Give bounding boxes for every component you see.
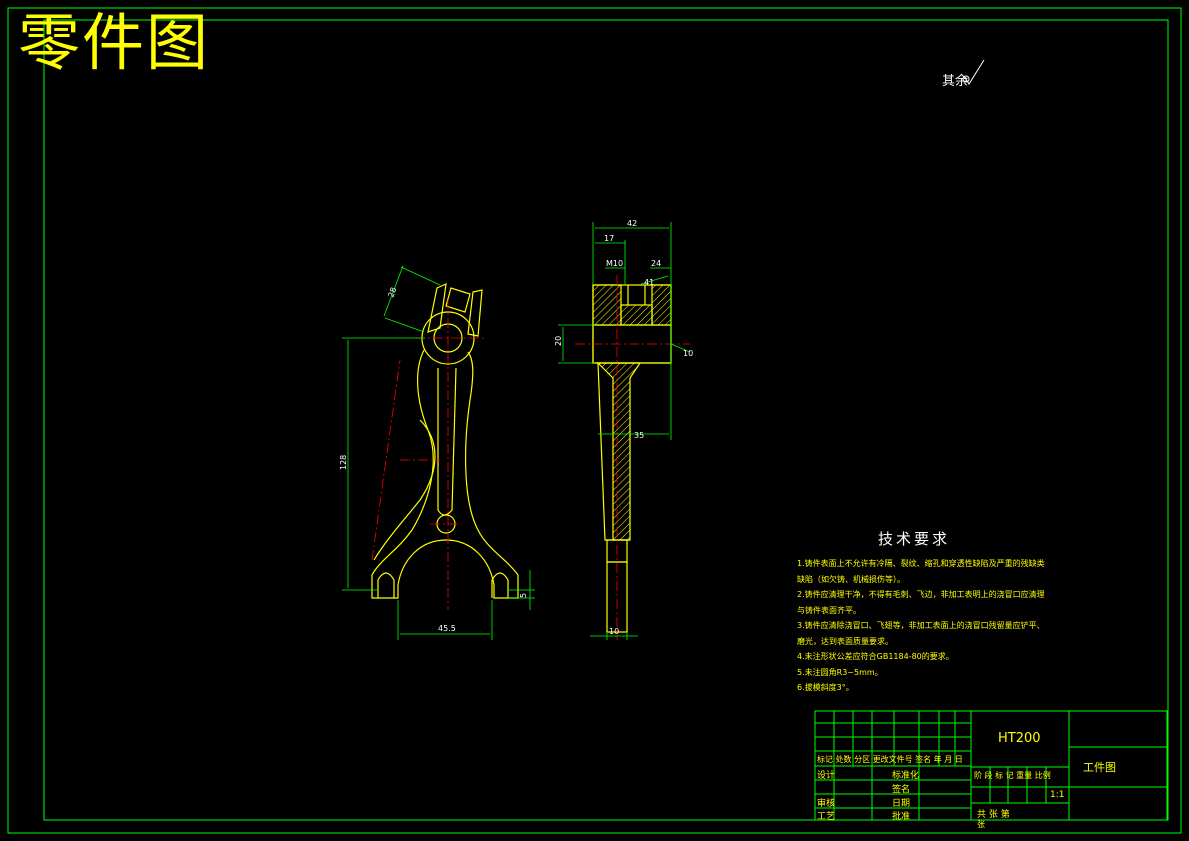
dim-17-label: 17 bbox=[604, 234, 614, 243]
requirement-line: 4.未注形状公差应符合GB1184-80的要求。 bbox=[797, 652, 954, 661]
requirements-title: 技术要求 bbox=[878, 530, 951, 548]
stage-header: 阶 段 标 记 重量 比例 bbox=[974, 771, 1051, 780]
front-centerlines bbox=[371, 300, 485, 610]
dim-hole-label: 20 bbox=[554, 336, 563, 346]
standardize-label: 标准化 bbox=[892, 771, 920, 781]
requirement-line: 与铸件表面齐平。 bbox=[797, 605, 861, 615]
dim-top-label: 24 bbox=[651, 259, 661, 268]
dim-width-label: 45.5 bbox=[438, 624, 456, 633]
scale-value: 1:1 bbox=[1050, 790, 1065, 800]
dim-slot-label: 5 bbox=[519, 593, 528, 598]
change-header: 标记 处数 分区 更改文件号 签名 年 月 日 bbox=[817, 755, 963, 764]
dim-overall-label: 42 bbox=[627, 219, 637, 228]
dim-head-label: 28 bbox=[386, 286, 398, 299]
requirement-line: 6.拔模斜度3°。 bbox=[797, 683, 854, 692]
dim-41-label: 41 bbox=[644, 278, 654, 287]
dim-thread-label: M10 bbox=[606, 259, 623, 268]
dim-bottom-label: 10 bbox=[609, 627, 619, 636]
signature-label: 签名 bbox=[892, 785, 911, 795]
check-label: 审核 bbox=[817, 799, 836, 809]
date-label: 日期 bbox=[892, 799, 911, 809]
approve-label: 批准 bbox=[892, 812, 911, 822]
surface-note: 其余 bbox=[942, 74, 969, 89]
front-view bbox=[371, 283, 519, 599]
outer-border bbox=[7, 7, 1182, 834]
material-label: HT200 bbox=[998, 731, 1041, 746]
craft-label: 工艺 bbox=[817, 812, 836, 822]
drawing-canvas: 128 45.5 5 28 42 17 M10 24 41 20 10 35 1… bbox=[7, 7, 1182, 834]
requirement-line: 缺陷（如欠铸、机械损伤等）。 bbox=[797, 574, 905, 584]
drawing-name: 工件图 bbox=[1083, 761, 1116, 774]
sheet-title: 零件图 bbox=[18, 6, 211, 79]
requirement-line: 1.铸件表面上不允许有冷隔、裂纹、缩孔和穿透性缺陷及严重的残缺类 bbox=[797, 559, 1045, 568]
inner-border bbox=[43, 19, 1169, 821]
requirement-line: 5.未注圆角R3~5mm。 bbox=[797, 667, 883, 677]
requirement-line: 2.铸件应清理干净，不得有毛刺、飞边，非加工表明上的浇冒口应清理 bbox=[797, 590, 1045, 599]
design-label: 设计 bbox=[817, 771, 836, 781]
sheet-word: 张 bbox=[977, 820, 985, 829]
side-view bbox=[592, 284, 672, 633]
requirement-line: 磨光，达到表面质量要求。 bbox=[797, 636, 893, 646]
side-centerlines bbox=[575, 275, 690, 640]
dim-right-label: 10 bbox=[683, 349, 693, 358]
requirement-line: 3.铸件应清除浇冒口、飞翅等，非加工表面上的浇冒口残留量应铲平、 bbox=[797, 621, 1045, 630]
requirements-list: 1.铸件表面上不允许有冷隔、裂纹、缩孔和穿透性缺陷及严重的残缺类 缺陷（如欠铸、… bbox=[797, 556, 1045, 696]
dim-height-label: 128 bbox=[339, 455, 348, 470]
dim-35-label: 35 bbox=[634, 431, 644, 440]
